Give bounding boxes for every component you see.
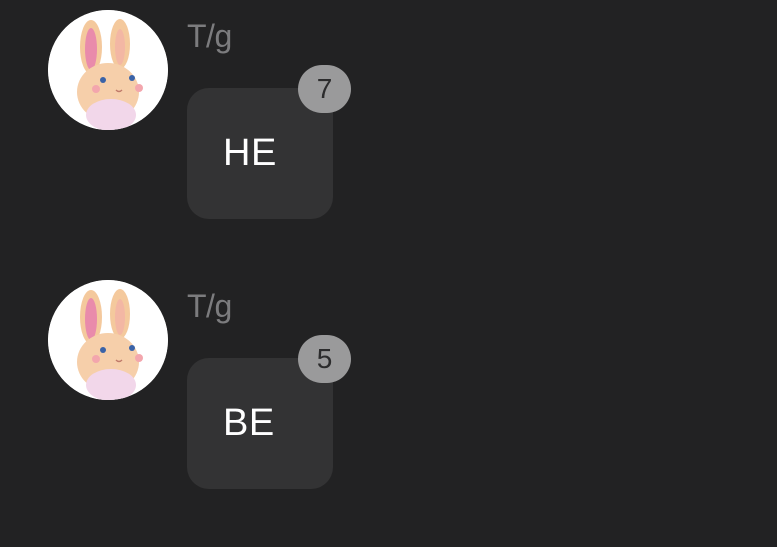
message-text: HE xyxy=(223,132,277,174)
chat-view: T/g HE 7 T/g BE 5 xyxy=(0,0,777,547)
message-item: T/g BE 5 xyxy=(0,280,777,510)
message-text: BE xyxy=(223,402,275,444)
reaction-count-badge[interactable]: 5 xyxy=(298,335,351,383)
bunny-avatar-icon[interactable] xyxy=(48,10,168,130)
message-item: T/g HE 7 xyxy=(0,10,777,240)
bunny-avatar-icon[interactable] xyxy=(48,280,168,400)
sender-name: T/g xyxy=(187,288,232,324)
reaction-count-badge[interactable]: 7 xyxy=(298,65,351,113)
sender-name: T/g xyxy=(187,18,232,54)
